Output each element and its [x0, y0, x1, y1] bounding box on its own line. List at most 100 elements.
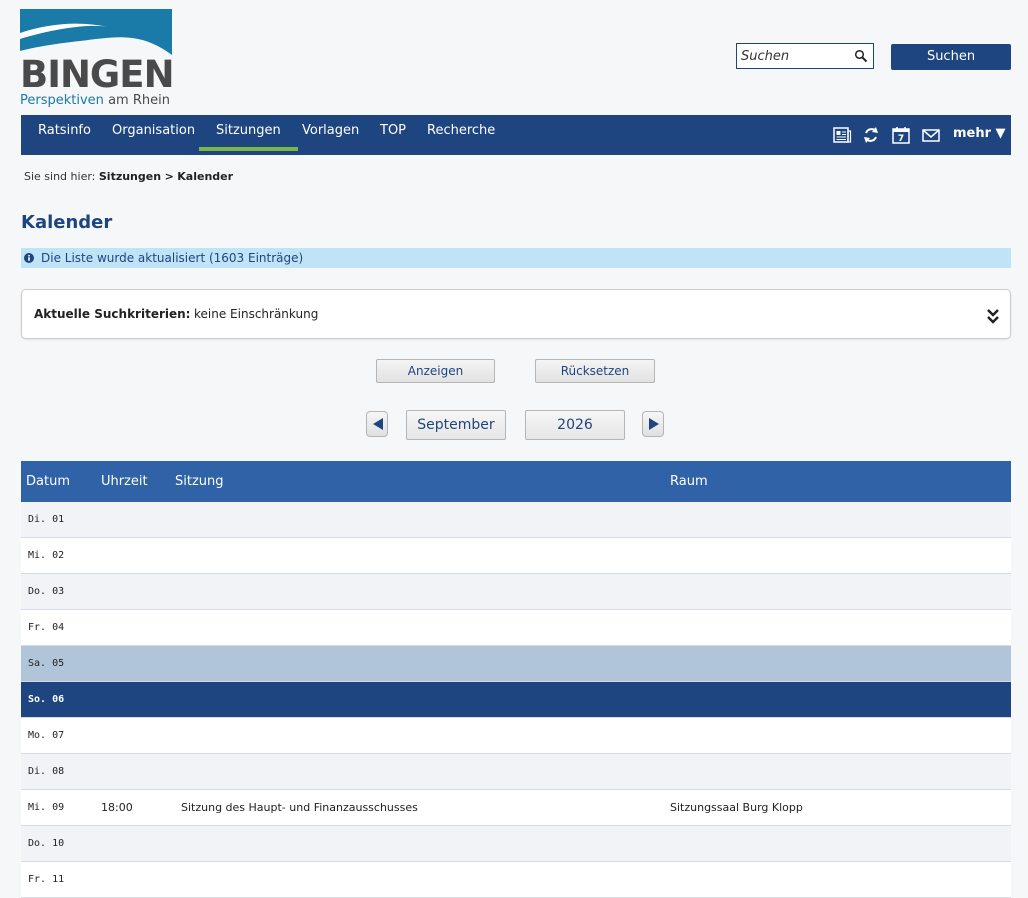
- cell-session: [170, 753, 665, 790]
- logo-tagline-2: am Rhein: [108, 93, 170, 108]
- cell-room: [665, 717, 1011, 754]
- arrow-right-icon: [649, 418, 659, 430]
- year-select[interactable]: 2026: [525, 410, 625, 440]
- arrow-left-icon: [373, 418, 383, 430]
- search-input[interactable]: [741, 47, 849, 65]
- breadcrumb-prefix: Sie sind hier:: [24, 170, 96, 183]
- search-button[interactable]: Suchen: [891, 44, 1011, 70]
- cell-time: [96, 537, 170, 574]
- nav-item-ratsinfo[interactable]: Ratsinfo: [38, 115, 91, 151]
- table-row: Fr. 11: [21, 861, 1011, 898]
- cell-room: [665, 825, 1011, 862]
- cell-room: [665, 501, 1011, 538]
- next-month-button[interactable]: [642, 411, 664, 437]
- cell-time: [96, 609, 170, 646]
- chevron-double-down-icon[interactable]: [986, 308, 1000, 324]
- table-row: Di. 01: [21, 501, 1011, 538]
- breadcrumb-sitzungen[interactable]: Sitzungen: [99, 170, 161, 183]
- header-time[interactable]: Uhrzeit: [96, 461, 170, 502]
- cell-date: So. 06: [21, 681, 96, 718]
- cell-date: Mi. 02: [21, 537, 96, 574]
- cell-time: [96, 861, 170, 898]
- cell-room: [665, 681, 1011, 718]
- cell-session: [170, 609, 665, 646]
- calendar-table: Datum Uhrzeit Sitzung Raum Di. 01 Mi. 02 D…: [21, 461, 1011, 898]
- nav-item-top[interactable]: TOP: [380, 115, 406, 151]
- cell-room: [665, 753, 1011, 790]
- table-row: So. 06: [21, 681, 1011, 718]
- nav-item-vorlagen[interactable]: Vorlagen: [302, 115, 359, 151]
- criteria-label: Aktuelle Suchkriterien:: [34, 307, 191, 321]
- breadcrumb-kalender: Kalender: [177, 170, 234, 183]
- info-text: Die Liste wurde aktualisiert (1603 Eintr…: [41, 251, 304, 265]
- breadcrumb: Sie sind hier: Sitzungen > Kalender: [24, 170, 233, 183]
- cell-room: [665, 573, 1011, 610]
- search-box: [736, 43, 874, 69]
- cell-session: [170, 573, 665, 610]
- table-row: Di. 08: [21, 753, 1011, 790]
- logo-tagline: Perspektiven am Rhein: [20, 93, 170, 109]
- main-nav: Ratsinfo Organisation Sitzungen Vorlagen…: [21, 115, 1011, 155]
- cell-session: [170, 501, 665, 538]
- page-title: Kalender: [21, 212, 113, 233]
- table-header-row: Datum Uhrzeit Sitzung Raum: [21, 461, 1011, 502]
- cell-date: Do. 03: [21, 573, 96, 610]
- header-session[interactable]: Sitzung: [170, 461, 665, 502]
- header-date[interactable]: Datum: [21, 461, 96, 502]
- nav-item-organisation[interactable]: Organisation: [112, 115, 195, 151]
- site-logo[interactable]: BINGEN Perspektiven am Rhein: [20, 9, 175, 109]
- cell-session: [170, 681, 665, 718]
- nav-item-recherche[interactable]: Recherche: [427, 115, 495, 151]
- nav-item-sitzungen[interactable]: Sitzungen: [199, 115, 298, 151]
- cell-room: [665, 609, 1011, 646]
- month-select[interactable]: September: [406, 410, 506, 440]
- table-row: Fr. 04: [21, 609, 1011, 646]
- prev-month-button[interactable]: [366, 411, 388, 437]
- calendar-icon[interactable]: 7: [891, 125, 911, 145]
- cell-session: [170, 861, 665, 898]
- search-icon[interactable]: [854, 49, 868, 63]
- cell-session[interactable]: Sitzung des Haupt- und Finanzausschusses: [170, 789, 665, 826]
- logo-wordmark: BINGEN: [20, 53, 175, 96]
- cell-time: [96, 681, 170, 718]
- cell-date: Fr. 04: [21, 609, 96, 646]
- table-row: Do. 10: [21, 825, 1011, 862]
- search-criteria-panel[interactable]: Aktuelle Suchkriterien: keine Einschränk…: [21, 289, 1011, 339]
- cell-time: [96, 717, 170, 754]
- table-row: Do. 03: [21, 573, 1011, 610]
- nav-more-menu[interactable]: mehr ▼: [953, 115, 1006, 153]
- breadcrumb-separator: >: [164, 170, 174, 183]
- cell-room: [665, 861, 1011, 898]
- info-icon: [24, 253, 34, 263]
- cell-date: Di. 08: [21, 753, 96, 790]
- cell-date: Di. 01: [21, 501, 96, 538]
- cell-date: Mo. 07: [21, 717, 96, 754]
- table-row[interactable]: Mi. 09 18:00 Sitzung des Haupt- und Finanz…: [21, 789, 1011, 826]
- refresh-icon[interactable]: [861, 125, 881, 145]
- cell-session: [170, 825, 665, 862]
- cell-time: [96, 753, 170, 790]
- info-message: Die Liste wurde aktualisiert (1603 Eintr…: [21, 248, 1011, 268]
- cell-time: 18:00: [96, 789, 170, 826]
- cell-time: [96, 573, 170, 610]
- cell-session: [170, 645, 665, 682]
- header-room[interactable]: Raum: [665, 461, 1011, 502]
- cell-time: [96, 501, 170, 538]
- cell-room: [665, 537, 1011, 574]
- cell-session: [170, 717, 665, 754]
- cell-time: [96, 825, 170, 862]
- newspaper-icon[interactable]: [832, 125, 852, 145]
- cell-room: [665, 645, 1011, 682]
- cell-session: [170, 537, 665, 574]
- cell-date: Mi. 09: [21, 789, 96, 826]
- reset-button[interactable]: Rücksetzen: [535, 359, 655, 383]
- table-row: Mi. 02: [21, 537, 1011, 574]
- mail-icon[interactable]: [921, 125, 941, 145]
- logo-swoosh-icon: [20, 9, 172, 55]
- show-button[interactable]: Anzeigen: [376, 359, 495, 383]
- cell-date: Fr. 11: [21, 861, 96, 898]
- criteria-value: keine Einschränkung: [194, 307, 319, 321]
- cell-date: Sa. 05: [21, 645, 96, 682]
- table-row: Sa. 05: [21, 645, 1011, 682]
- table-row: Mo. 07: [21, 717, 1011, 754]
